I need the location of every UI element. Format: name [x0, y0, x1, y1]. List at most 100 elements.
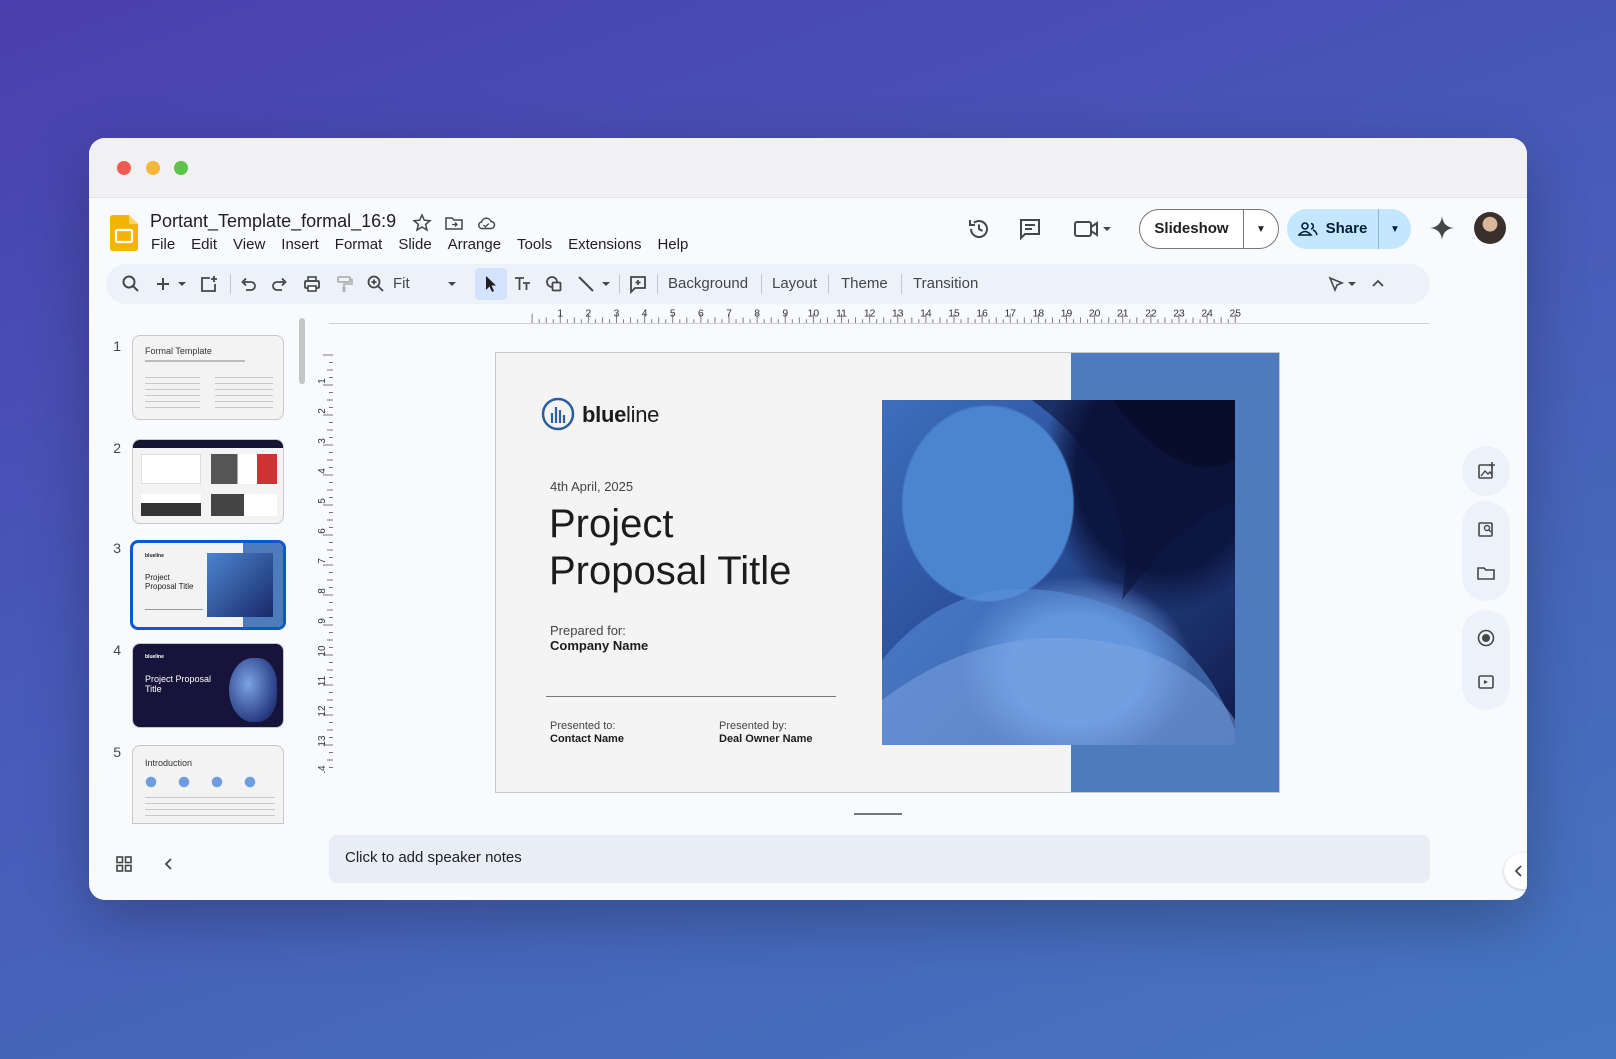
add-slide-icon[interactable]: [199, 274, 219, 294]
pen-dropdown-icon[interactable]: [1346, 274, 1358, 294]
cloud-saved-icon[interactable]: [476, 213, 496, 233]
zoom-window-button[interactable]: [174, 161, 188, 175]
side-panel-group: [1462, 446, 1510, 496]
horizontal-ruler: 1 2 3 4 5 6 7 8 9 10 11 12 13 14 15 16 17 18 19 20 21 22 23 24 2…: [329, 308, 1429, 324]
close-window-button[interactable]: [117, 161, 131, 175]
ruler-label: 22: [1145, 308, 1157, 319]
blueline-logo-icon: [541, 397, 575, 431]
slide-canvas[interactable]: blueline 4th April, 2025 Project Proposa…: [495, 352, 1280, 793]
toolbar-divider: [230, 274, 231, 294]
slide-number: 1: [113, 338, 121, 354]
share-button[interactable]: Share ▼: [1287, 209, 1411, 249]
slide-thumbnail-1[interactable]: Formal Template: [132, 335, 284, 420]
theme-button[interactable]: Theme: [841, 275, 888, 292]
minimize-window-button[interactable]: [146, 161, 160, 175]
ruler-label: 23: [1173, 308, 1185, 319]
ruler-label: 1: [317, 378, 328, 384]
shape-icon[interactable]: [544, 274, 564, 294]
paint-format-icon[interactable]: [334, 274, 354, 294]
add-comment-icon[interactable]: [628, 274, 648, 294]
menu-insert[interactable]: Insert: [281, 236, 327, 253]
menu-arrange[interactable]: Arrange: [448, 236, 509, 253]
layout-button[interactable]: Layout: [772, 275, 817, 292]
prepared-for-value: Company Name: [550, 638, 649, 653]
background-button[interactable]: Background: [668, 275, 748, 292]
line-dropdown-icon[interactable]: [600, 274, 612, 294]
slideshow-label[interactable]: Slideshow: [1140, 209, 1244, 249]
camera-icon[interactable]: [1476, 672, 1496, 692]
grid-view-icon[interactable]: [114, 854, 134, 874]
document-title[interactable]: Portant_Template_formal_16:9: [150, 211, 396, 232]
side-panel-toggle[interactable]: [1504, 853, 1527, 889]
thumb-panel: [211, 454, 277, 484]
toolbar-divider: [761, 274, 762, 294]
select-cursor-icon[interactable]: [481, 274, 501, 294]
slide-divider: [546, 696, 836, 697]
ruler-label: 17: [1005, 308, 1017, 319]
ruler-label: 9: [317, 618, 328, 624]
slide-abstract-image[interactable]: [882, 400, 1235, 745]
print-icon[interactable]: [302, 274, 322, 294]
line-icon[interactable]: [576, 274, 596, 294]
text-box-icon[interactable]: [513, 274, 533, 294]
ruler-label: 5: [670, 308, 676, 319]
move-folder-icon[interactable]: [444, 213, 464, 233]
share-dropdown-icon[interactable]: ▼: [1379, 224, 1411, 235]
slide-thumbnail-5[interactable]: Introduction: [132, 745, 284, 824]
folder-icon[interactable]: [1476, 563, 1496, 583]
menu-view[interactable]: View: [233, 236, 273, 253]
menu-format[interactable]: Format: [335, 236, 391, 253]
collapse-toolbar-icon[interactable]: [1368, 274, 1388, 294]
menu-tools[interactable]: Tools: [517, 236, 560, 253]
toolbar-divider: [619, 274, 620, 294]
ruler-label: 19: [1061, 308, 1073, 319]
pen-cursor-icon[interactable]: [1326, 274, 1346, 294]
insert-image-icon[interactable]: [1476, 461, 1496, 481]
search-menus-icon[interactable]: [121, 274, 141, 294]
ruler-label: 24: [1201, 308, 1213, 319]
record-icon[interactable]: [1476, 628, 1496, 648]
share-main[interactable]: Share: [1287, 209, 1379, 249]
zoom-select[interactable]: Fit: [393, 275, 410, 292]
collapse-filmstrip-icon[interactable]: [159, 854, 179, 874]
slide-number: 4: [113, 642, 121, 658]
new-slide-icon[interactable]: [153, 274, 173, 294]
slideshow-dropdown-icon[interactable]: ▼: [1244, 224, 1278, 235]
ruler-label: 9: [782, 308, 788, 319]
menu-file[interactable]: File: [151, 236, 183, 253]
slide-thumbnail-2[interactable]: [132, 439, 284, 524]
ruler-label: 16: [976, 308, 988, 319]
ruler-label: 4: [317, 468, 328, 474]
meet-video-icon[interactable]: [1072, 216, 1112, 242]
menu-extensions[interactable]: Extensions: [568, 236, 649, 253]
thumb-panel: [141, 454, 201, 484]
thumb-text-block: [145, 792, 275, 820]
slides-app-icon[interactable]: [110, 215, 138, 251]
ruler-label: 7: [317, 558, 328, 564]
zoom-dropdown-icon[interactable]: [446, 274, 458, 294]
zoom-icon[interactable]: [366, 274, 386, 294]
thumb-panel: [141, 494, 201, 516]
undo-icon[interactable]: [238, 274, 258, 294]
menu-help[interactable]: Help: [657, 236, 696, 253]
menu-edit[interactable]: Edit: [191, 236, 225, 253]
version-history-icon[interactable]: [966, 216, 992, 242]
image-search-icon[interactable]: [1476, 519, 1496, 539]
gemini-sparkle-icon[interactable]: [1429, 215, 1455, 241]
window-titlebar: [89, 138, 1527, 198]
user-avatar[interactable]: [1474, 212, 1506, 244]
filmstrip-scrollbar[interactable]: [299, 318, 305, 384]
transition-button[interactable]: Transition: [913, 275, 978, 292]
thumb-panel: [211, 494, 277, 516]
star-icon[interactable]: [412, 213, 432, 233]
ruler-label: 7: [726, 308, 732, 319]
notes-resize-handle[interactable]: [854, 813, 902, 815]
slide-thumbnail-4[interactable]: blueline Project Proposal Title: [132, 643, 284, 728]
new-slide-dropdown-icon[interactable]: [176, 274, 188, 294]
speaker-notes-field[interactable]: Click to add speaker notes: [329, 835, 1430, 883]
redo-icon[interactable]: [270, 274, 290, 294]
comments-icon[interactable]: [1017, 216, 1043, 242]
slideshow-button[interactable]: Slideshow ▼: [1139, 209, 1279, 249]
slide-thumbnail-3[interactable]: blueline Project Proposal Title: [130, 540, 286, 630]
menu-slide[interactable]: Slide: [398, 236, 439, 253]
